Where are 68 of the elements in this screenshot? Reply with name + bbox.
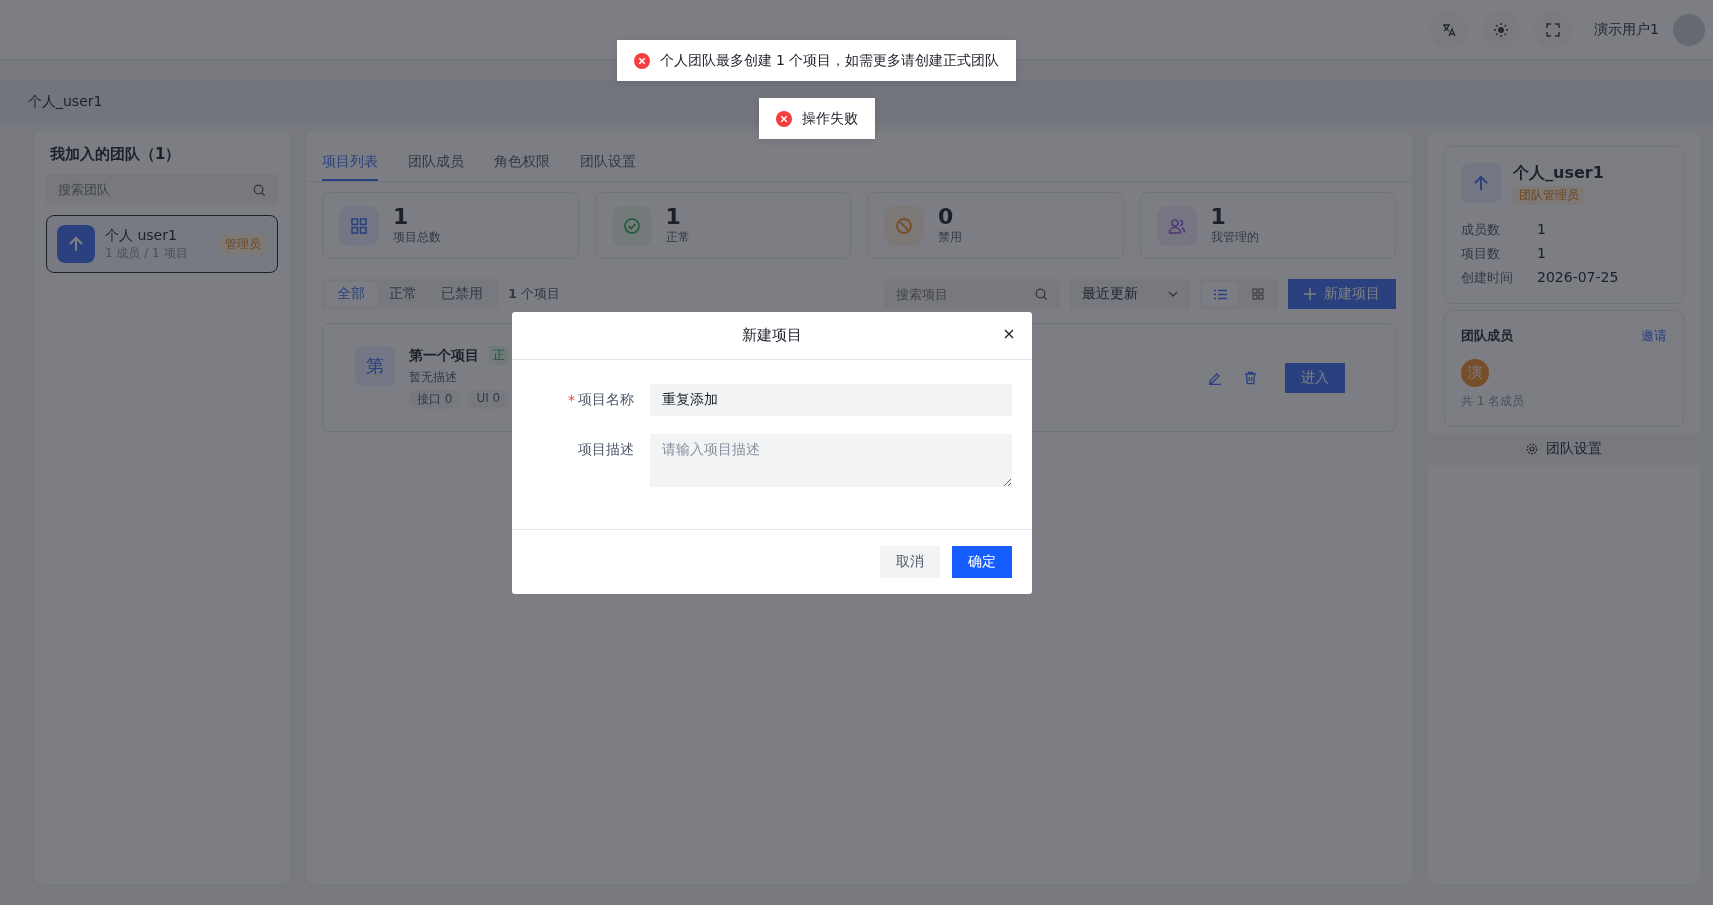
team-name: 个人_user1: [1513, 163, 1604, 184]
info-value: 2026-07-25: [1537, 269, 1619, 287]
cancel-button[interactable]: 取消: [880, 546, 940, 578]
sort-select[interactable]: 最近更新: [1070, 279, 1190, 309]
error-icon: [633, 52, 650, 69]
stat-label: 项目总数: [393, 229, 441, 246]
team-name: 个人 user1: [105, 226, 178, 245]
project-name: 第一个项目: [409, 346, 479, 365]
count-tag: UI 0: [468, 390, 509, 409]
ban-icon: [884, 205, 924, 246]
info-label: 创建时间: [1461, 269, 1514, 287]
tab[interactable]: 团队设置: [580, 153, 636, 181]
stat-label: 正常: [665, 229, 690, 246]
arrow-up-icon: [57, 225, 95, 263]
member-avatar[interactable]: 演: [1461, 359, 1489, 387]
project-description: 暂无描述: [409, 369, 458, 386]
error-icon: [775, 110, 792, 127]
role-tag: 管理员: [219, 233, 267, 255]
filter-option[interactable]: 正常: [377, 282, 429, 306]
enter-button[interactable]: 进入: [1285, 362, 1345, 393]
stat-value: 0: [938, 205, 955, 229]
stat-label: 禁用: [938, 229, 962, 246]
tab[interactable]: 角色权限: [494, 153, 550, 181]
chevron-down-icon: [1168, 291, 1178, 297]
grid-icon: [339, 205, 379, 246]
count-tag: 接口 0: [409, 390, 461, 409]
list-view-button[interactable]: [1203, 282, 1237, 306]
stat-value: 1: [393, 205, 410, 229]
stat-value: 1: [1210, 205, 1227, 229]
grid-icon: [1252, 288, 1264, 300]
project-avatar: 第: [355, 346, 395, 386]
required-mark: *: [568, 392, 575, 408]
invite-link[interactable]: 邀请: [1641, 327, 1667, 345]
users-icon: [1156, 205, 1197, 246]
settings-icon: [1526, 443, 1538, 455]
dialog-title: 新建项目: [742, 326, 802, 345]
info-value: 1: [1537, 221, 1546, 239]
info-label: 成员数: [1461, 221, 1501, 239]
arrow-up-icon: [1461, 163, 1501, 203]
info-label: 项目数: [1461, 245, 1501, 263]
description-textarea[interactable]: 请输入项目描述: [650, 434, 1012, 487]
confirm-button[interactable]: 确定: [952, 546, 1012, 578]
plus-icon: [1304, 288, 1316, 300]
members-title: 团队成员: [1461, 327, 1513, 345]
panel-title: 我加入的团队（1）: [49, 145, 182, 164]
info-value: 1: [1537, 245, 1546, 263]
status-tag: 正: [489, 346, 509, 365]
field-label: 项目描述: [578, 441, 634, 459]
role-tag: 团队管理员: [1513, 186, 1585, 205]
toast-message: 个人团队最多创建 1 个项目，如需更多请创建正式团队: [659, 51, 1000, 70]
list-icon: [1213, 288, 1227, 300]
stat-label: 我管理的: [1210, 229, 1259, 246]
project-count: 1 个项目: [508, 285, 561, 303]
user-name[interactable]: 演示用户1: [1594, 20, 1659, 39]
filter-option[interactable]: 已禁用: [429, 282, 495, 306]
tab[interactable]: 团队成员: [408, 153, 464, 181]
breadcrumb: 个人_user1: [28, 93, 103, 111]
tab[interactable]: 项目列表: [322, 153, 378, 181]
stat-value: 1: [665, 205, 682, 229]
search-icon: [1035, 288, 1048, 301]
toast-message: 操作失败: [801, 109, 858, 128]
search-icon: [253, 183, 266, 197]
field-label: 项目名称: [578, 391, 634, 409]
name-input[interactable]: 重复添加: [650, 384, 1012, 416]
filter-option[interactable]: 全部: [325, 282, 377, 306]
new-project-button[interactable]: 新建项目: [1288, 279, 1396, 309]
team-settings-button[interactable]: 团队设置: [1428, 433, 1700, 465]
close-icon[interactable]: [1002, 327, 1016, 341]
